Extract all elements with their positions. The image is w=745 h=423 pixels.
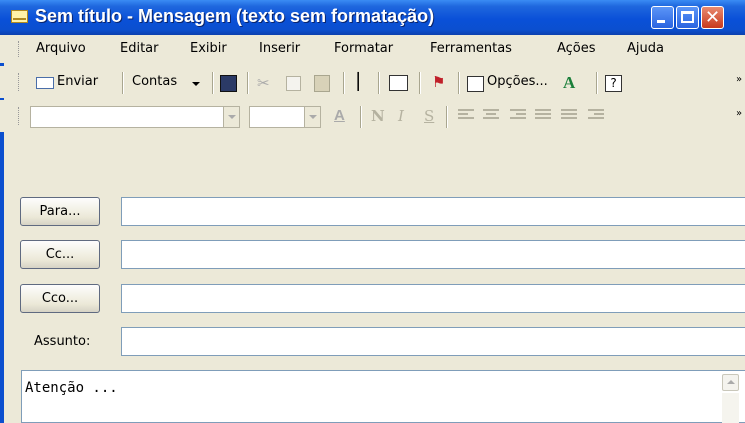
options-label: Opções...	[487, 74, 548, 89]
align-center-icon[interactable]	[483, 109, 499, 123]
toolbar-separator	[596, 72, 598, 94]
copy-icon[interactable]	[286, 76, 301, 91]
toolbar-separator	[458, 72, 460, 94]
bcc-button[interactable]: Cco...	[20, 284, 100, 313]
toolbar-separator	[419, 72, 421, 94]
toolbar-separator	[378, 72, 380, 94]
toolbar-separator	[122, 72, 124, 94]
message-window: Sem título - Mensagem (texto sem formata…	[0, 0, 745, 423]
attach-icon[interactable]: ⎮	[354, 72, 364, 92]
send-label: Enviar	[57, 74, 99, 89]
toolbar-grip[interactable]	[18, 107, 22, 125]
menu-bar: Arquivo Editar Exibir Inserir Formatar F…	[0, 35, 745, 63]
maximize-button[interactable]	[676, 6, 699, 29]
standard-toolbar: Enviar Contas ✂ ⎮ ⚑ Opções... A ? »	[0, 66, 745, 98]
menu-ajuda[interactable]: Ajuda	[627, 41, 664, 56]
cc-field[interactable]	[121, 240, 745, 269]
paste-icon[interactable]	[314, 75, 330, 92]
close-icon: ✕	[704, 7, 721, 28]
menu-acoes[interactable]: Ações	[557, 41, 596, 56]
menu-exibir[interactable]: Exibir	[190, 41, 227, 56]
minimize-icon	[657, 20, 665, 23]
accounts-label: Contas	[132, 74, 178, 89]
underline-button[interactable]: S	[424, 107, 434, 125]
toolbar-separator	[212, 72, 214, 94]
flag-icon[interactable]: ⚑	[432, 73, 446, 93]
spelling-icon[interactable]: A	[563, 73, 585, 93]
bold-button[interactable]: N	[371, 107, 385, 125]
numbering-icon[interactable]	[561, 109, 577, 123]
font-name-select[interactable]	[30, 106, 240, 128]
formatting-toolbar: A N I S »	[0, 100, 745, 132]
font-size-select[interactable]	[249, 106, 321, 128]
menu-inserir[interactable]: Inserir	[259, 41, 300, 56]
menu-ferramentas[interactable]: Ferramentas	[430, 41, 512, 56]
bullets-icon[interactable]	[535, 109, 551, 123]
scrollbar-track[interactable]	[722, 393, 739, 423]
accounts-button[interactable]: Contas	[128, 70, 210, 96]
toolbar-separator	[343, 72, 345, 94]
toolbar-overflow-icon[interactable]: »	[736, 75, 742, 85]
menu-editar[interactable]: Editar	[120, 41, 159, 56]
italic-button[interactable]: I	[398, 107, 404, 125]
window-title: Sem título - Mensagem (texto sem formata…	[35, 6, 435, 26]
message-body-text: Atenção ...	[25, 380, 118, 396]
subject-field[interactable]	[121, 327, 745, 356]
close-button[interactable]: ✕	[701, 6, 724, 29]
subject-label: Assunto:	[34, 334, 91, 349]
bcc-field[interactable]	[121, 284, 745, 313]
send-button[interactable]: Enviar	[36, 70, 118, 96]
cut-icon[interactable]: ✂	[257, 74, 271, 92]
message-body[interactable]: Atenção ...	[21, 370, 745, 423]
send-icon	[36, 77, 54, 89]
options-icon	[467, 76, 484, 92]
to-button[interactable]: Para...	[20, 197, 100, 226]
align-left-icon[interactable]	[458, 109, 474, 123]
decrease-indent-icon[interactable]	[588, 109, 604, 123]
options-button[interactable]: Opções...	[467, 70, 555, 96]
scroll-up-button[interactable]	[722, 374, 739, 391]
minimize-button[interactable]	[651, 6, 674, 29]
envelope-icon	[11, 10, 28, 23]
help-icon[interactable]: ?	[605, 75, 622, 92]
save-icon[interactable]	[220, 75, 237, 92]
menu-formatar[interactable]: Formatar	[334, 41, 393, 56]
toolbar-separator	[446, 106, 448, 128]
toolbar-separator	[360, 106, 362, 128]
toolbar-separator	[247, 72, 249, 94]
toolbar-overflow-icon[interactable]: »	[736, 109, 742, 119]
menubar-grip[interactable]	[18, 41, 22, 57]
dropdown-arrow-icon	[192, 82, 200, 86]
title-bar[interactable]: Sem título - Mensagem (texto sem formata…	[0, 0, 745, 35]
to-field[interactable]	[121, 197, 745, 226]
maximize-icon	[681, 11, 694, 23]
menu-arquivo[interactable]: Arquivo	[36, 41, 86, 56]
cc-button[interactable]: Cc...	[20, 240, 100, 269]
dropdown-arrow-icon[interactable]	[304, 107, 320, 127]
toolbar-grip[interactable]	[18, 73, 22, 91]
dropdown-arrow-icon[interactable]	[223, 107, 239, 127]
align-right-icon[interactable]	[510, 109, 526, 123]
font-color-icon[interactable]: A	[334, 107, 345, 124]
address-book-icon[interactable]	[389, 75, 408, 91]
